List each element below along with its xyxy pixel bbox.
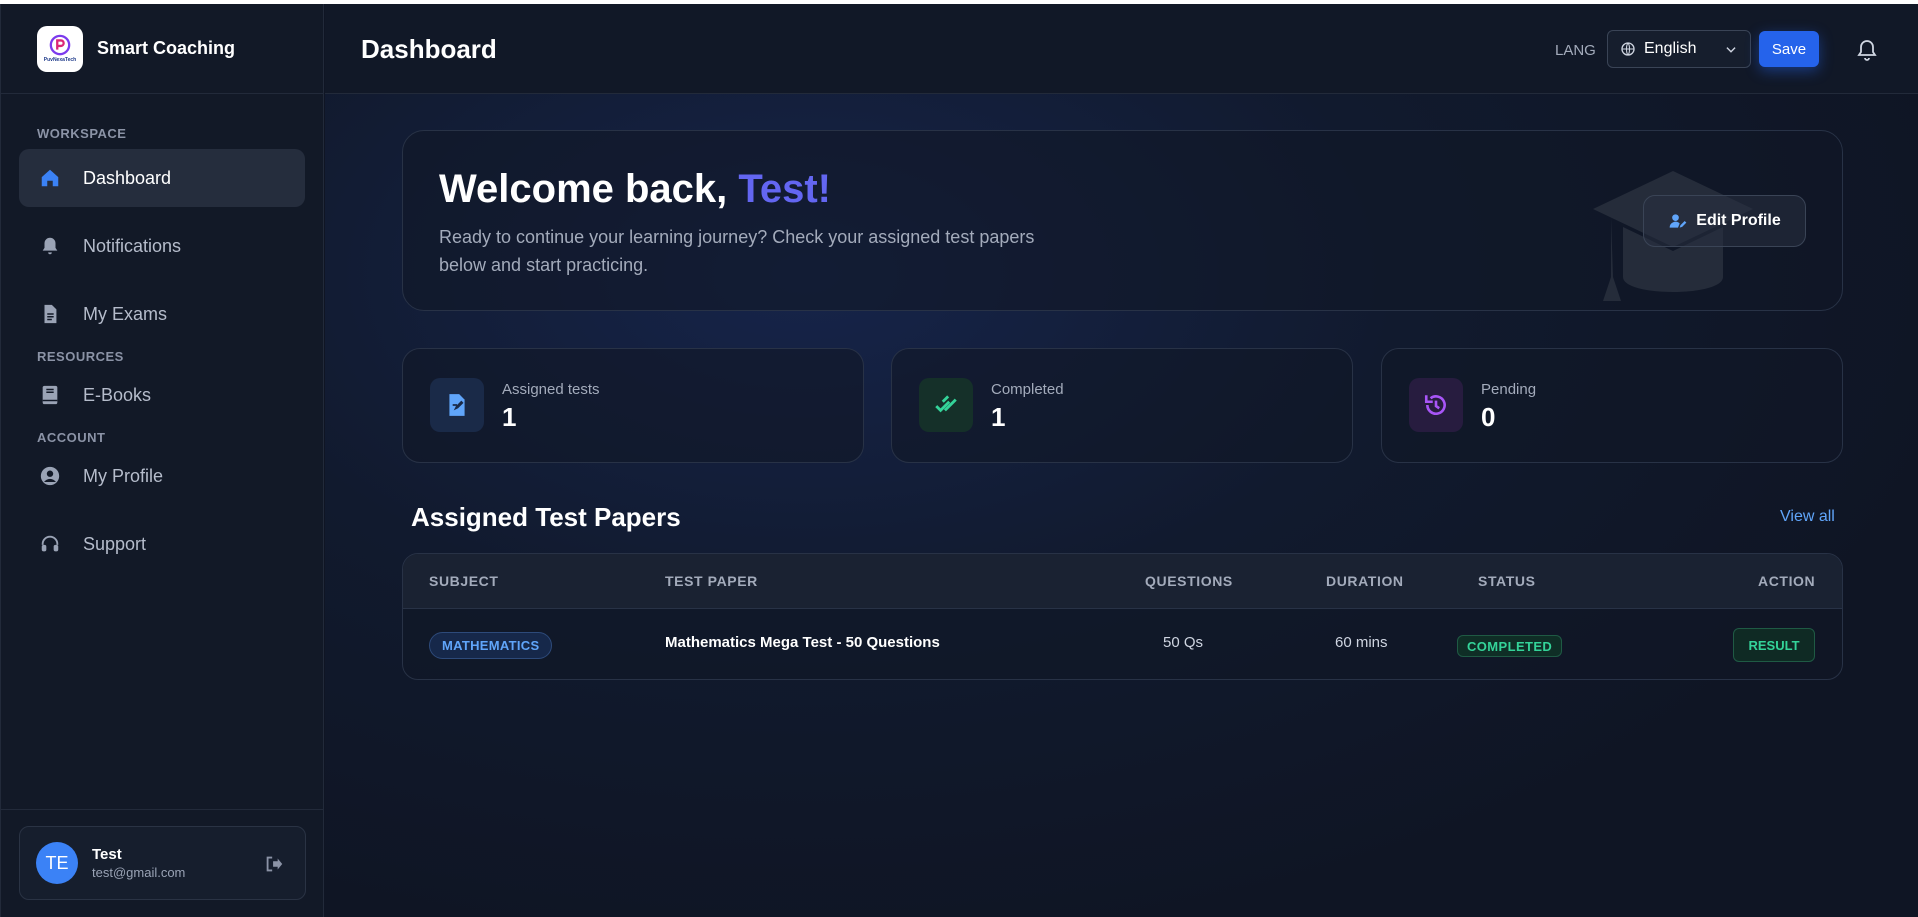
home-icon bbox=[37, 165, 63, 191]
stat-label: Assigned tests bbox=[502, 381, 600, 398]
history-icon bbox=[1409, 378, 1463, 432]
bell-icon bbox=[37, 233, 63, 259]
divider bbox=[1, 809, 324, 810]
sidebar-item-dashboard[interactable]: Dashboard bbox=[19, 149, 305, 207]
sidebar: PuvNexaTech Smart Coaching WORKSPACE Das… bbox=[0, 4, 324, 917]
sidebar-item-label: Dashboard bbox=[83, 167, 172, 188]
column-header-test-paper: TEST PAPER bbox=[665, 573, 758, 589]
table-row: MATHEMATICS Mathematics Mega Test - 50 Q… bbox=[403, 609, 1842, 679]
sidebar-nav: WORKSPACE Dashboard Notifications My Exa… bbox=[1, 126, 323, 573]
save-button[interactable]: Save bbox=[1759, 31, 1819, 67]
stats-row: Assigned tests 1 Completed 1 Pending 0 bbox=[402, 348, 1843, 463]
status-badge: COMPLETED bbox=[1457, 635, 1563, 657]
user-card: TE Test test@gmail.com bbox=[19, 826, 306, 900]
duration: 60 mins bbox=[1335, 634, 1388, 651]
column-header-action: ACTION bbox=[1758, 573, 1816, 589]
view-all-link[interactable]: View all bbox=[1780, 508, 1835, 526]
sidebar-item-label: E-Books bbox=[83, 384, 152, 405]
section-title: Assigned Test Papers bbox=[411, 502, 681, 532]
stat-card-completed: Completed 1 bbox=[891, 348, 1353, 463]
brand-logo-text: PuvNexaTech bbox=[43, 57, 77, 63]
sidebar-item-label: My Exams bbox=[83, 303, 168, 324]
edit-profile-button[interactable]: Edit Profile bbox=[1643, 195, 1806, 247]
book-icon bbox=[37, 382, 63, 408]
avatar: TE bbox=[36, 842, 78, 884]
stat-label: Pending bbox=[1481, 381, 1537, 398]
stat-label: Completed bbox=[991, 381, 1064, 398]
sidebar-item-label: Notifications bbox=[83, 235, 182, 256]
table-header: SUBJECT TEST PAPER QUESTIONS DURATION ST… bbox=[403, 554, 1842, 609]
subject-badge: MATHEMATICS bbox=[429, 632, 553, 659]
language-select-value: English bbox=[1644, 40, 1697, 57]
nav-section-account: ACCOUNT bbox=[37, 430, 106, 445]
brand[interactable]: PuvNexaTech Smart Coaching bbox=[1, 4, 323, 94]
sidebar-item-ebooks[interactable]: E-Books bbox=[19, 366, 305, 424]
test-papers-table: SUBJECT TEST PAPER QUESTIONS DURATION ST… bbox=[402, 553, 1843, 680]
sidebar-item-label: Support bbox=[83, 533, 147, 554]
document-icon bbox=[37, 301, 63, 327]
column-header-duration: DURATION bbox=[1326, 573, 1404, 589]
sidebar-item-notifications[interactable]: Notifications bbox=[19, 217, 305, 275]
welcome-heading: Welcome back, Test! bbox=[439, 167, 831, 212]
headset-icon bbox=[37, 531, 63, 557]
result-button[interactable]: RESULT bbox=[1733, 628, 1815, 662]
stat-value: 1 bbox=[991, 402, 1006, 432]
user-email: test@gmail.com bbox=[92, 865, 186, 880]
stat-card-pending: Pending 0 bbox=[1381, 348, 1843, 463]
notification-bell-icon[interactable] bbox=[1855, 38, 1879, 62]
sidebar-item-my-exams[interactable]: My Exams bbox=[19, 285, 305, 343]
test-paper-title: Mathematics Mega Test - 50 Questions bbox=[665, 634, 940, 651]
assigned-tests-icon bbox=[430, 378, 484, 432]
stat-value: 0 bbox=[1481, 402, 1496, 432]
main-content: Welcome back, Test! Ready to continue yo… bbox=[325, 94, 1918, 917]
sidebar-item-my-profile[interactable]: My Profile bbox=[19, 447, 305, 505]
column-header-status: STATUS bbox=[1478, 573, 1536, 589]
user-edit-icon bbox=[1669, 214, 1687, 228]
welcome-user-name: Test! bbox=[738, 167, 832, 211]
column-header-subject: SUBJECT bbox=[429, 573, 499, 589]
user-name: Test bbox=[92, 846, 122, 863]
stat-card-assigned: Assigned tests 1 bbox=[402, 348, 864, 463]
user-circle-icon bbox=[37, 463, 63, 489]
chevron-down-icon bbox=[1726, 47, 1736, 53]
globe-icon bbox=[1621, 42, 1635, 56]
logout-icon[interactable] bbox=[263, 853, 285, 875]
nav-section-resources: RESOURCES bbox=[37, 349, 124, 364]
stat-value: 1 bbox=[502, 402, 517, 432]
double-check-icon bbox=[919, 378, 973, 432]
brand-logo: PuvNexaTech bbox=[37, 25, 83, 72]
lang-label: LANG bbox=[1555, 42, 1596, 59]
welcome-card: Welcome back, Test! Ready to continue yo… bbox=[402, 130, 1843, 311]
language-select[interactable]: English bbox=[1607, 30, 1751, 68]
page-title: Dashboard bbox=[361, 34, 497, 64]
welcome-subtitle: Ready to continue your learning journey?… bbox=[439, 227, 1035, 275]
nav-section-workspace: WORKSPACE bbox=[37, 126, 127, 141]
sidebar-item-label: My Profile bbox=[83, 465, 164, 486]
edit-profile-label: Edit Profile bbox=[1696, 212, 1781, 229]
sidebar-item-support[interactable]: Support bbox=[19, 515, 305, 573]
question-count: 50 Qs bbox=[1163, 634, 1204, 651]
column-header-questions: QUESTIONS bbox=[1145, 573, 1233, 589]
top-header: Dashboard LANG English Save bbox=[325, 4, 1918, 94]
p-logo-icon bbox=[49, 34, 71, 56]
brand-name: Smart Coaching bbox=[97, 38, 236, 58]
welcome-greeting: Welcome back, bbox=[439, 167, 739, 211]
